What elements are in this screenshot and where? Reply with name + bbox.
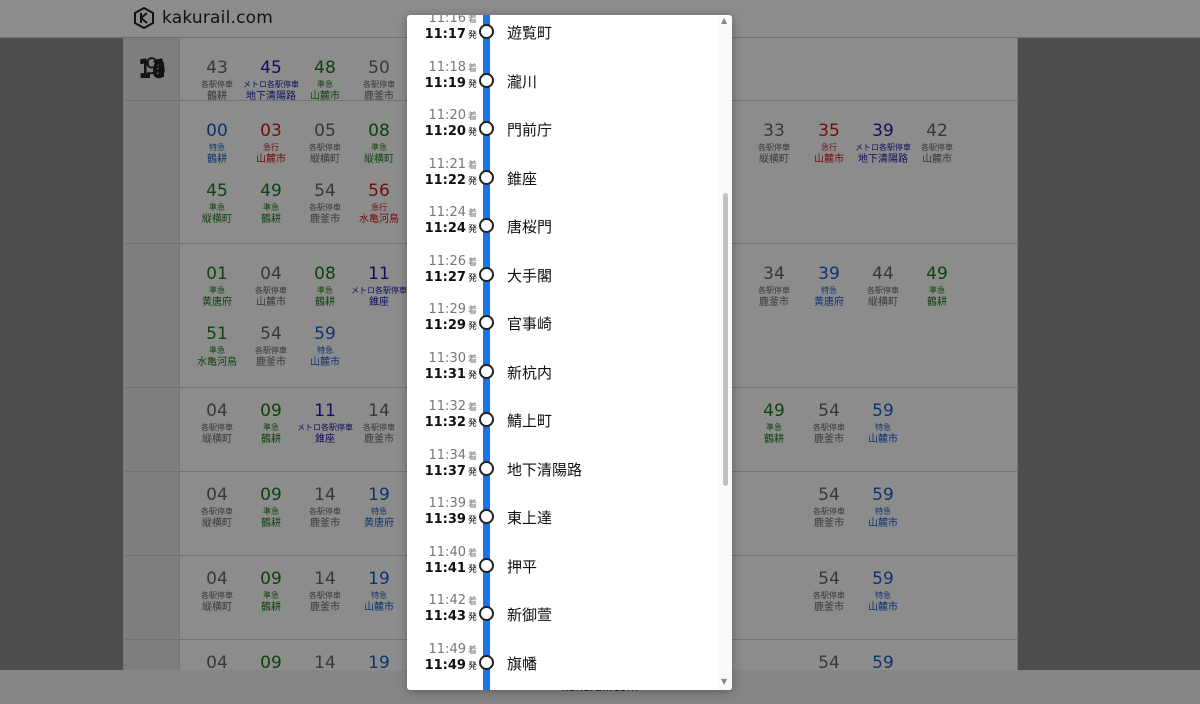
- station-name[interactable]: 錐座: [507, 168, 537, 189]
- station-name[interactable]: 旗幡: [507, 653, 537, 674]
- arrival-time: 11:32 着: [428, 399, 477, 414]
- departure-suffix: 発: [467, 225, 477, 235]
- arrival-time: 11:49 着: [428, 641, 477, 657]
- station-marker-icon: [479, 509, 494, 524]
- arrival-time: 11:30 着: [428, 350, 477, 366]
- arrival-time: 11:34 着: [428, 447, 477, 463]
- arrival-suffix: 着: [467, 597, 477, 607]
- station-name[interactable]: 門前庁: [507, 119, 552, 140]
- departure-suffix: 発: [467, 661, 477, 672]
- departure-suffix: 発: [467, 176, 477, 187]
- arrival-time: 11:42 着: [428, 593, 477, 608]
- station-name[interactable]: 遊覧町: [507, 22, 552, 43]
- departure-suffix: 発: [467, 467, 477, 478]
- arrival-suffix: 着: [467, 112, 477, 122]
- arrival-suffix: 着: [467, 209, 477, 219]
- scroll-thumb[interactable]: [723, 193, 728, 487]
- arrival-suffix: 着: [467, 500, 477, 510]
- arrival-time: 11:39 着: [428, 496, 477, 511]
- station-marker-icon: [479, 557, 494, 573]
- departure-suffix: 発: [467, 273, 477, 284]
- departure-suffix: 発: [467, 31, 477, 41]
- station-marker-icon: [479, 218, 494, 233]
- station-name[interactable]: 東上達: [507, 507, 552, 528]
- station-name[interactable]: 押平: [507, 556, 537, 577]
- departure-suffix: 発: [467, 370, 477, 381]
- departure-time: 11:29 発: [424, 318, 477, 333]
- scroll-up-arrow-icon[interactable]: ▲: [721, 16, 727, 25]
- departure-time: 11:31 発: [424, 366, 477, 382]
- arrival-time: 11:18 着: [428, 59, 477, 75]
- departure-time: 11:17 発: [424, 27, 477, 42]
- arrival-time: 11:26 着: [428, 253, 477, 269]
- station-name[interactable]: 大手閣: [507, 265, 552, 286]
- arrival-suffix: 着: [467, 160, 477, 171]
- station-marker-icon: [479, 121, 494, 136]
- departure-time: 11:24 発: [424, 221, 477, 236]
- departure-suffix: 発: [467, 128, 477, 138]
- arrival-time: 11:29 着: [428, 302, 477, 317]
- stop-row[interactable]: 11:49 着 11:49 発 旗幡: [407, 642, 717, 691]
- departure-suffix: 発: [467, 419, 477, 429]
- departure-time: 11:22 発: [424, 172, 477, 188]
- arrival-suffix: 着: [467, 15, 477, 25]
- departure-time: 11:39 発: [424, 512, 477, 527]
- station-name[interactable]: 新杭内: [507, 362, 552, 383]
- arrival-suffix: 着: [467, 451, 477, 462]
- station-marker-icon: [479, 363, 494, 379]
- departure-suffix: 発: [467, 322, 477, 332]
- arrival-time: 11:21 着: [428, 156, 477, 172]
- arrival-time: 11:16 着: [428, 15, 477, 26]
- arrival-suffix: 着: [467, 645, 477, 656]
- departure-suffix: 発: [467, 79, 477, 90]
- station-name[interactable]: 唐桜門: [507, 216, 552, 237]
- departure-time: 11:43 発: [424, 609, 477, 624]
- station-name[interactable]: 瀧川: [507, 71, 537, 92]
- train-stops-modal: 11:16 着 11:17 発 遊覧町 11:18 着 11:19 発 瀧川 11:20 着 11:20…: [407, 15, 732, 690]
- departure-suffix: 発: [467, 564, 477, 575]
- departure-time: 11:27 発: [424, 269, 477, 285]
- station-name[interactable]: 新御萱: [507, 604, 552, 625]
- station-marker-icon: [479, 72, 494, 88]
- departure-time: 11:32 発: [424, 415, 477, 430]
- arrival-suffix: 着: [467, 403, 477, 413]
- station-marker-icon: [479, 169, 494, 185]
- station-marker-icon: [479, 606, 494, 621]
- arrival-suffix: 着: [467, 257, 477, 268]
- departure-time: 11:41 発: [424, 560, 477, 576]
- station-marker-icon: [479, 412, 494, 427]
- arrival-time: 11:40 着: [428, 544, 477, 560]
- station-marker-icon: [479, 24, 494, 39]
- station-name[interactable]: 地下清陽路: [507, 459, 582, 480]
- arrival-time: 11:24 着: [428, 205, 477, 220]
- arrival-suffix: 着: [467, 63, 477, 74]
- departure-suffix: 発: [467, 613, 477, 623]
- departure-time: 11:20 発: [424, 124, 477, 139]
- station-name[interactable]: 官事崎: [507, 313, 552, 334]
- arrival-suffix: 着: [467, 354, 477, 365]
- departure-time: 11:49 発: [424, 657, 477, 673]
- modal-scrollbar[interactable]: ▲ ▼: [719, 15, 732, 690]
- departure-time: 11:37 発: [424, 463, 477, 479]
- station-marker-icon: [479, 266, 494, 282]
- arrival-suffix: 着: [467, 548, 477, 559]
- station-marker-icon: [479, 315, 494, 330]
- departure-suffix: 発: [467, 516, 477, 526]
- arrival-time: 11:20 着: [428, 108, 477, 123]
- station-name[interactable]: 鯖上町: [507, 410, 552, 431]
- station-marker-icon: [479, 460, 494, 476]
- station-marker-icon: [479, 654, 494, 670]
- arrival-suffix: 着: [467, 306, 477, 316]
- scroll-down-arrow-icon[interactable]: ▼: [721, 677, 727, 686]
- departure-time: 11:19 発: [424, 75, 477, 91]
